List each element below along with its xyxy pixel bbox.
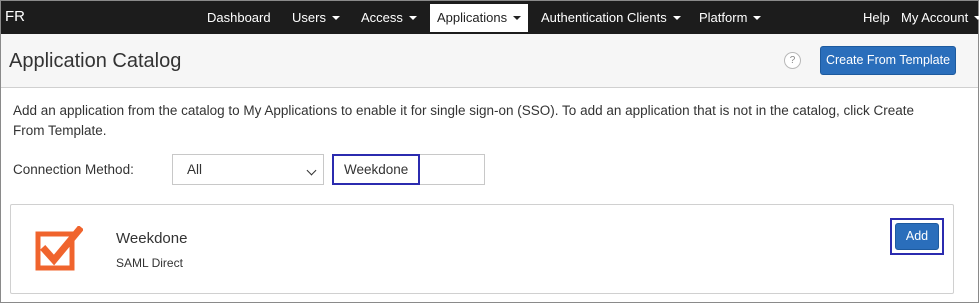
connection-method-select[interactable]: All xyxy=(172,154,324,185)
catalog-search-input[interactable]: Weekdone xyxy=(332,154,420,185)
brand-logo[interactable]: FR xyxy=(5,8,25,25)
nav-access-label: Access xyxy=(361,10,403,25)
nav-access[interactable]: Access xyxy=(361,1,417,34)
nav-applications[interactable]: Applications xyxy=(430,4,529,32)
add-button[interactable]: Add xyxy=(895,223,939,250)
weekdone-checkbox-logo-icon xyxy=(35,226,83,271)
create-from-template-button[interactable]: Create From Template xyxy=(820,46,956,75)
page-title: Application Catalog xyxy=(9,50,182,72)
nav-platform-label: Platform xyxy=(699,10,748,25)
connection-method-value: All xyxy=(187,162,203,177)
chevron-down-icon xyxy=(331,15,340,20)
question-mark-icon[interactable]: ? xyxy=(784,52,801,69)
app-name: Weekdone xyxy=(116,230,188,247)
catalog-search-field[interactable]: Weekdone xyxy=(332,154,485,185)
intro-text: Add an application from the catalog to M… xyxy=(13,103,915,138)
nav-dashboard[interactable]: Dashboard xyxy=(207,1,271,34)
app-result-card: Weekdone SAML Direct Add xyxy=(10,204,954,294)
chevron-down-icon xyxy=(672,15,681,20)
page-header: Application Catalog ? Create From Templa… xyxy=(1,34,978,88)
nav-dashboard-label: Dashboard xyxy=(207,10,271,25)
add-button-highlight: Add xyxy=(890,218,944,255)
app-connection-method: SAML Direct xyxy=(116,256,183,270)
nav-authentication-clients[interactable]: Authentication Clients xyxy=(541,1,681,34)
top-navbar: FR Dashboard Users Access Applications A… xyxy=(1,1,979,34)
chevron-down-icon xyxy=(408,15,417,20)
nav-users-label: Users xyxy=(292,10,326,25)
nav-platform[interactable]: Platform xyxy=(699,1,762,34)
connection-method-label: Connection Method: xyxy=(13,162,134,177)
nav-applications-label: Applications xyxy=(437,10,508,25)
nav-users[interactable]: Users xyxy=(292,1,340,34)
nav-my-account[interactable]: My Account xyxy=(901,1,979,34)
nav-help[interactable]: Help xyxy=(863,1,890,34)
chevron-down-icon xyxy=(753,15,762,20)
nav-help-label: Help xyxy=(863,10,890,25)
nav-authentication-clients-label: Authentication Clients xyxy=(541,10,667,25)
chevron-down-icon xyxy=(974,15,979,20)
chevron-down-icon xyxy=(513,15,522,20)
nav-my-account-label: My Account xyxy=(901,10,969,25)
chevron-down-icon xyxy=(306,165,317,176)
